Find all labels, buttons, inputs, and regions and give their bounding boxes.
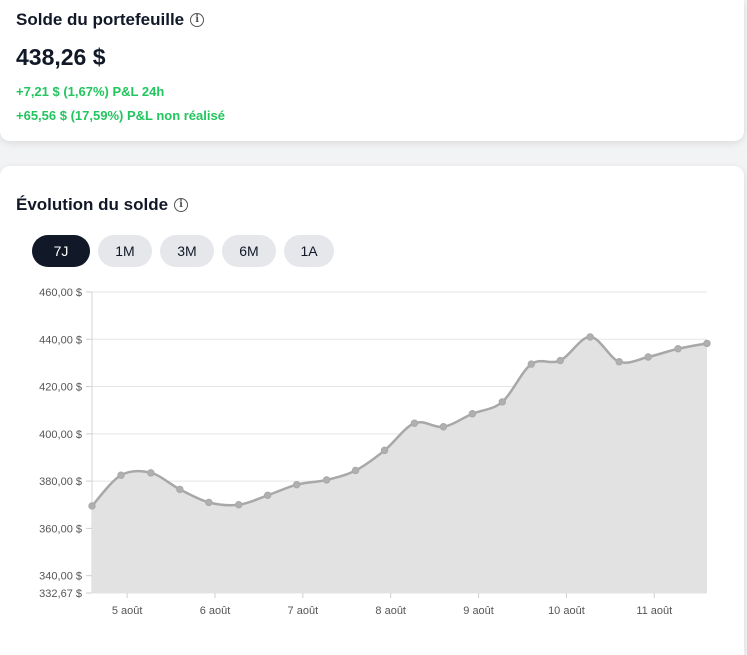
x-tick-label: 10 août xyxy=(548,605,585,617)
data-point[interactable] xyxy=(498,398,506,406)
data-point[interactable] xyxy=(439,423,448,431)
y-tick-label: 380,00 $ xyxy=(39,476,82,488)
x-tick-label: 11 août xyxy=(636,605,672,617)
data-point[interactable] xyxy=(176,485,184,494)
y-tick-label: 340,00 $ xyxy=(39,571,82,583)
x-tick-label: 5 août xyxy=(112,605,143,617)
data-point[interactable] xyxy=(147,469,155,477)
data-point[interactable] xyxy=(674,345,682,353)
data-point[interactable] xyxy=(293,480,301,489)
y-tick-label: 360,00 $ xyxy=(39,523,82,535)
data-point[interactable] xyxy=(586,333,594,341)
balance-chart: 460,00 $ 440,00 $ 420,00 $ 400,00 $ 380,00 $… xyxy=(39,287,711,617)
data-point[interactable] xyxy=(615,358,623,366)
chart-x-axis: 5 août 6 août 7 août 8 août 9 août 10 août 11 … xyxy=(112,593,672,617)
x-tick-label: 7 août xyxy=(288,605,319,617)
data-point[interactable] xyxy=(235,501,243,509)
data-point[interactable] xyxy=(264,491,272,499)
data-point[interactable] xyxy=(527,360,535,368)
data-point[interactable] xyxy=(322,476,331,484)
data-point[interactable] xyxy=(117,471,125,479)
data-point[interactable] xyxy=(703,339,711,348)
chart-y-axis: 460,00 $ 440,00 $ 420,00 $ 400,00 $ 380,00 $… xyxy=(39,287,92,600)
x-tick-label: 8 août xyxy=(375,605,406,617)
data-point[interactable] xyxy=(468,410,477,418)
data-point[interactable] xyxy=(410,419,419,427)
series-area xyxy=(92,336,707,593)
y-tick-label: 440,00 $ xyxy=(39,334,82,346)
y-tick-label: 460,00 $ xyxy=(39,287,82,299)
data-point[interactable] xyxy=(88,502,96,510)
y-tick-label: 420,00 $ xyxy=(39,382,82,394)
data-point[interactable] xyxy=(205,498,213,507)
y-tick-label: 400,00 $ xyxy=(39,429,82,441)
data-point[interactable] xyxy=(644,353,652,361)
y-tick-label: 332,67 $ xyxy=(39,588,82,600)
data-point[interactable] xyxy=(351,466,360,475)
x-tick-label: 9 août xyxy=(463,605,494,617)
data-point[interactable] xyxy=(556,356,564,365)
data-point[interactable] xyxy=(380,446,389,455)
chart-area-layer xyxy=(91,335,708,593)
x-tick-label: 6 août xyxy=(200,605,231,617)
